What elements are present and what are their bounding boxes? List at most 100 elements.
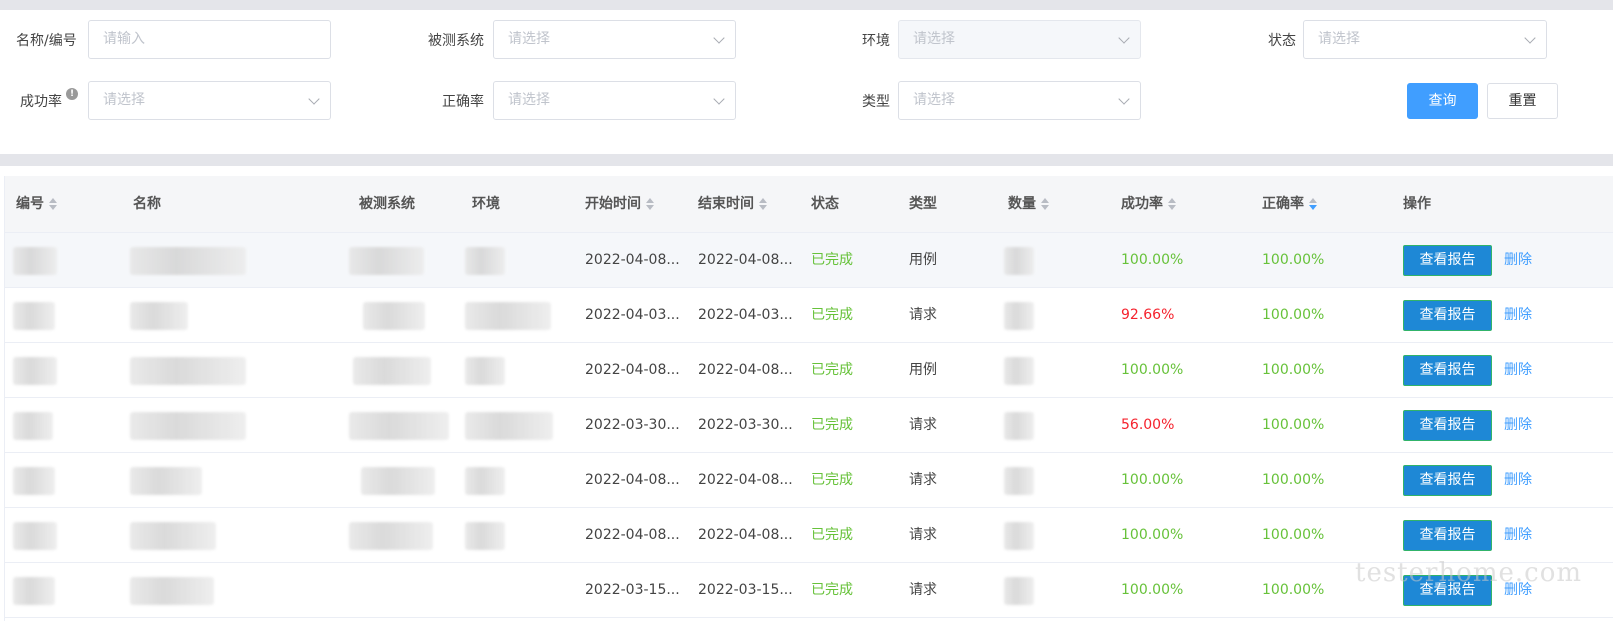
- info-icon[interactable]: !: [66, 88, 78, 100]
- type-cell: 请求: [909, 417, 937, 433]
- view-report-button[interactable]: 查看报告: [1403, 520, 1492, 551]
- redacted-count: [1004, 467, 1034, 495]
- table-row: 2022-04-08... 2022-04-08... 已完成 用例 100.00% 10…: [5, 343, 1613, 398]
- redacted-cell: [13, 412, 53, 440]
- sort-icon[interactable]: [1041, 197, 1049, 211]
- delete-link[interactable]: 删除: [1504, 508, 1532, 563]
- accuracy-cell: 100.00%: [1262, 362, 1325, 378]
- header-end[interactable]: 结束时间: [698, 176, 767, 233]
- chevron-down-icon: [1524, 32, 1536, 44]
- end-time-cell: 2022-04-08...: [698, 472, 793, 488]
- redacted-cell: [13, 247, 57, 275]
- success-rate-cell: 56.00%: [1121, 417, 1175, 433]
- redacted-count: [1004, 522, 1034, 550]
- redacted-cell: [465, 467, 505, 495]
- redacted-cell: [130, 247, 246, 275]
- header-type: 类型: [909, 196, 937, 212]
- end-time-cell: 2022-04-03...: [698, 307, 793, 323]
- system-label: 被测系统: [428, 33, 484, 49]
- redacted-count: [1004, 247, 1034, 275]
- end-time-cell: 2022-04-08...: [698, 527, 793, 543]
- redacted-cell: [465, 302, 551, 330]
- type-cell: 请求: [909, 527, 937, 543]
- reset-button[interactable]: 重置: [1487, 83, 1558, 119]
- redacted-cell: [13, 357, 57, 385]
- header-name: 名称: [133, 196, 161, 212]
- header-actions: 操作: [1403, 196, 1431, 212]
- header-status: 状态: [811, 196, 839, 212]
- delete-link[interactable]: 删除: [1504, 453, 1532, 508]
- redacted-count: [1004, 302, 1034, 330]
- redacted-cell: [349, 522, 433, 550]
- view-report-button[interactable]: 查看报告: [1403, 355, 1492, 386]
- sort-icon[interactable]: [49, 197, 57, 211]
- status-cell: 已完成: [811, 307, 853, 323]
- header-id[interactable]: 编号: [16, 176, 57, 233]
- view-report-button[interactable]: 查看报告: [1403, 300, 1492, 331]
- table-row: 2022-04-08... 2022-04-08... 已完成 用例 100.00% 10…: [5, 233, 1613, 288]
- redacted-cell: [361, 467, 435, 495]
- header-accuracy[interactable]: 正确率: [1262, 176, 1317, 233]
- end-time-cell: 2022-04-08...: [698, 362, 793, 378]
- table-row: 2022-03-30... 2022-03-30... 已完成 请求 56.00% 100…: [5, 398, 1613, 453]
- name-input[interactable]: 请输入: [88, 20, 331, 59]
- start-time-cell: 2022-04-08...: [585, 362, 680, 378]
- success-rate-cell: 100.00%: [1121, 362, 1184, 378]
- system-select[interactable]: 请选择: [493, 20, 736, 59]
- type-cell: 用例: [909, 362, 937, 378]
- header-count[interactable]: 数量: [1008, 176, 1049, 233]
- accuracy-cell: 100.00%: [1262, 472, 1325, 488]
- success-rate-cell: 100.00%: [1121, 527, 1184, 543]
- accuracy-select[interactable]: 请选择: [493, 81, 736, 120]
- type-cell: 请求: [909, 472, 937, 488]
- chevron-down-icon: [308, 93, 320, 105]
- view-report-button[interactable]: 查看报告: [1403, 245, 1492, 276]
- redacted-cell: [349, 247, 424, 275]
- success-rate-cell: 92.66%: [1121, 307, 1175, 323]
- top-divider: [0, 0, 1613, 10]
- status-cell: 已完成: [811, 417, 853, 433]
- chevron-down-icon: [713, 32, 725, 44]
- delete-link[interactable]: 删除: [1504, 233, 1532, 288]
- sort-icon[interactable]: [646, 197, 654, 211]
- redacted-count: [1004, 357, 1034, 385]
- accuracy-cell: 100.00%: [1262, 582, 1325, 598]
- redacted-cell: [130, 412, 246, 440]
- results-table: 编号 名称 被测系统 环境 开始时间 结束时间 状态 类型 数量 成功率 正确率…: [4, 176, 1613, 621]
- redacted-cell: [13, 522, 57, 550]
- redacted-cell: [465, 357, 505, 385]
- delete-link[interactable]: 删除: [1504, 288, 1532, 343]
- status-select[interactable]: 请选择: [1303, 20, 1547, 59]
- header-start[interactable]: 开始时间: [585, 176, 654, 233]
- table-row: 2022-04-08... 2022-04-08... 已完成 请求 100.00% 10…: [5, 453, 1613, 508]
- status-cell: 已完成: [811, 252, 853, 268]
- view-report-button[interactable]: 查看报告: [1403, 410, 1492, 441]
- sort-icon[interactable]: [759, 197, 767, 211]
- start-time-cell: 2022-04-08...: [585, 472, 680, 488]
- header-env: 环境: [472, 196, 500, 212]
- view-report-button[interactable]: 查看报告: [1403, 465, 1492, 496]
- success-select[interactable]: 请选择: [88, 81, 331, 120]
- header-success[interactable]: 成功率: [1121, 176, 1176, 233]
- status-cell: 已完成: [811, 362, 853, 378]
- env-select[interactable]: 请选择: [898, 20, 1141, 59]
- query-button[interactable]: 查询: [1407, 83, 1478, 119]
- type-cell: 请求: [909, 307, 937, 323]
- sort-desc-icon[interactable]: [1309, 197, 1317, 211]
- delete-link[interactable]: 删除: [1504, 343, 1532, 398]
- type-cell: 请求: [909, 582, 937, 598]
- success-rate-cell: 100.00%: [1121, 472, 1184, 488]
- type-label: 类型: [862, 94, 890, 110]
- redacted-cell: [465, 412, 553, 440]
- status-label: 状态: [1268, 33, 1296, 49]
- accuracy-cell: 100.00%: [1262, 417, 1325, 433]
- type-select[interactable]: 请选择: [898, 81, 1141, 120]
- redacted-cell: [353, 357, 431, 385]
- delete-link[interactable]: 删除: [1504, 398, 1532, 453]
- chevron-down-icon: [713, 93, 725, 105]
- section-divider: [0, 154, 1613, 166]
- redacted-cell: [130, 357, 246, 385]
- redacted-cell: [13, 467, 55, 495]
- sort-icon[interactable]: [1168, 197, 1176, 211]
- redacted-cell: [130, 577, 214, 605]
